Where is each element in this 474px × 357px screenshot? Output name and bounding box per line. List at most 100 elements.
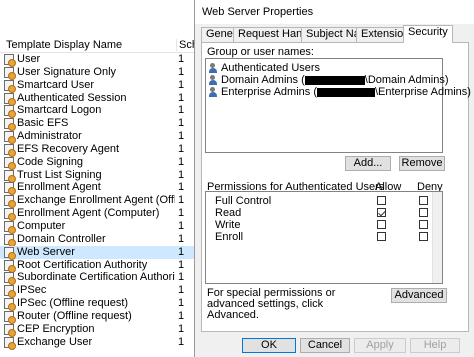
ok-button[interactable]: OK xyxy=(242,338,296,353)
group-user-list[interactable]: Authenticated Users Domain Admins (\Doma… xyxy=(205,58,471,153)
certificate-template-icon xyxy=(4,246,16,260)
template-schema-version: 1 xyxy=(178,207,185,220)
certificate-template-icon xyxy=(4,182,16,196)
template-schema-version: 1 xyxy=(178,53,185,65)
cancel-button[interactable]: Cancel xyxy=(300,338,350,353)
permission-name: Write xyxy=(215,219,241,231)
deny-checkbox[interactable] xyxy=(419,208,428,217)
certificate-template-icon xyxy=(4,323,16,337)
advanced-help-text: For special permissions or advanced sett… xyxy=(207,287,336,321)
template-row[interactable]: Exchange User 1 xyxy=(0,336,196,350)
certificate-template-icon xyxy=(4,66,16,80)
template-schema-version: 1 xyxy=(178,117,185,130)
certificate-template-icon xyxy=(4,220,16,234)
template-schema-version: 1 xyxy=(178,271,185,284)
deny-checkbox[interactable] xyxy=(419,196,428,205)
template-row[interactable]: Computer 1 xyxy=(0,219,196,234)
template-row[interactable]: Root Certification Authority 1 xyxy=(0,259,196,273)
allow-checkbox[interactable] xyxy=(377,220,386,229)
certificate-template-icon xyxy=(4,54,16,67)
template-schema-version: 1 xyxy=(178,232,185,245)
template-row[interactable]: Smartcard User 1 xyxy=(0,78,196,93)
advanced-button[interactable]: Advanced xyxy=(391,288,447,303)
template-row[interactable]: Enrollment Agent (Computer) 1 xyxy=(0,207,196,222)
template-row[interactable]: Enrollment Agent 1 xyxy=(0,181,196,196)
template-schema-version: 1 xyxy=(178,309,185,322)
deny-checkbox[interactable] xyxy=(419,220,428,229)
template-row[interactable]: CEP Encryption 1 xyxy=(0,322,196,337)
dialog-title: Web Server Properties xyxy=(202,6,314,18)
template-name: Exchange Enrollment Agent (Offline requ.… xyxy=(17,194,175,207)
template-name: EFS Recovery Agent xyxy=(17,142,120,155)
template-row[interactable]: Trust List Signing 1 xyxy=(0,168,196,183)
template-name: Basic EFS xyxy=(17,117,69,130)
certificate-template-icon xyxy=(4,233,16,247)
template-schema-version: 1 xyxy=(178,168,185,181)
template-name: IPSec xyxy=(17,284,47,297)
template-name: Authenticated Session xyxy=(17,91,127,104)
template-row[interactable]: Web Server 1 xyxy=(0,245,196,260)
certificate-template-icon xyxy=(4,285,16,299)
certificate-template-icon xyxy=(4,169,16,183)
template-name: Router (Offline request) xyxy=(17,309,132,322)
template-schema-version: 1 xyxy=(178,78,185,91)
template-row[interactable]: Router (Offline request) 1 xyxy=(0,309,196,324)
dialog-titlebar[interactable]: Web Server Properties xyxy=(195,0,474,24)
template-row[interactable]: IPSec (Offline request) 1 xyxy=(0,297,196,312)
template-name: User Signature Only xyxy=(17,65,117,78)
template-name: Enrollment Agent xyxy=(17,181,101,194)
template-schema-version: 1 xyxy=(178,297,185,310)
allow-checkbox[interactable] xyxy=(377,232,386,241)
allow-checkbox[interactable] xyxy=(377,196,386,205)
permission-name: Read xyxy=(215,207,242,219)
template-row[interactable]: Basic EFS 1 xyxy=(0,117,196,132)
template-schema-version: 1 xyxy=(178,219,185,232)
template-row[interactable]: Administrator 1 xyxy=(0,130,196,145)
template-name: CEP Encryption xyxy=(17,322,95,335)
template-row[interactable]: Domain Controller 1 xyxy=(0,232,196,247)
template-name: Enrollment Agent (Computer) xyxy=(17,207,160,220)
certificate-template-icon xyxy=(4,336,16,350)
certificate-template-icon xyxy=(4,208,16,222)
permission-row-full-control: Full Control xyxy=(206,195,442,207)
template-row[interactable]: User Signature Only 1 xyxy=(0,65,196,80)
template-schema-version: 1 xyxy=(178,322,185,335)
template-schema-version: 1 xyxy=(178,91,185,104)
remove-button[interactable]: Remove xyxy=(399,156,445,171)
template-row[interactable]: Subordinate Certification Authority 1 xyxy=(0,271,196,286)
template-schema-version: 1 xyxy=(178,65,185,78)
permission-row-read: Read xyxy=(206,207,442,219)
template-row[interactable]: Exchange Enrollment Agent (Offline requ.… xyxy=(0,194,196,209)
group-list-label: Group or user names: xyxy=(207,46,314,58)
help-button[interactable]: Help xyxy=(410,338,460,353)
template-row[interactable]: EFS Recovery Agent 1 xyxy=(0,142,196,157)
permissions-scrollbar[interactable] xyxy=(432,192,442,283)
allow-checkbox[interactable] xyxy=(377,208,386,217)
users-icon xyxy=(209,75,219,85)
template-row[interactable]: Smartcard Logon 1 xyxy=(0,104,196,119)
template-schema-version: 1 xyxy=(178,181,185,194)
template-row[interactable]: IPSec 1 xyxy=(0,284,196,299)
template-row[interactable]: Authenticated Session 1 xyxy=(0,91,196,106)
column-header-display-name[interactable]: Template Display Name xyxy=(6,39,122,51)
template-schema-version: 1 xyxy=(178,284,185,297)
template-name: Subordinate Certification Authority xyxy=(17,271,175,284)
permission-name: Full Control xyxy=(215,195,272,207)
template-name: Domain Controller xyxy=(17,232,106,245)
apply-button[interactable]: Apply xyxy=(354,338,406,353)
template-name: Administrator xyxy=(17,130,82,143)
users-icon xyxy=(209,63,219,73)
tab-security[interactable]: Security xyxy=(403,25,453,43)
certificate-template-icon xyxy=(4,259,16,273)
template-schema-version: 1 xyxy=(178,142,185,155)
template-name: Trust List Signing xyxy=(17,168,102,181)
template-rows: User 1 User Signature Only 1 Smartcard User 1… xyxy=(0,53,196,350)
column-header-schema[interactable]: Sche xyxy=(176,39,194,51)
deny-checkbox[interactable] xyxy=(419,232,428,241)
template-schema-version: 1 xyxy=(178,245,185,258)
template-row[interactable]: Code Signing 1 xyxy=(0,156,196,170)
template-schema-version: 1 xyxy=(178,194,185,207)
redaction-bar xyxy=(316,87,375,97)
add-button[interactable]: Add... xyxy=(345,156,391,171)
template-row[interactable]: User 1 xyxy=(0,53,196,67)
